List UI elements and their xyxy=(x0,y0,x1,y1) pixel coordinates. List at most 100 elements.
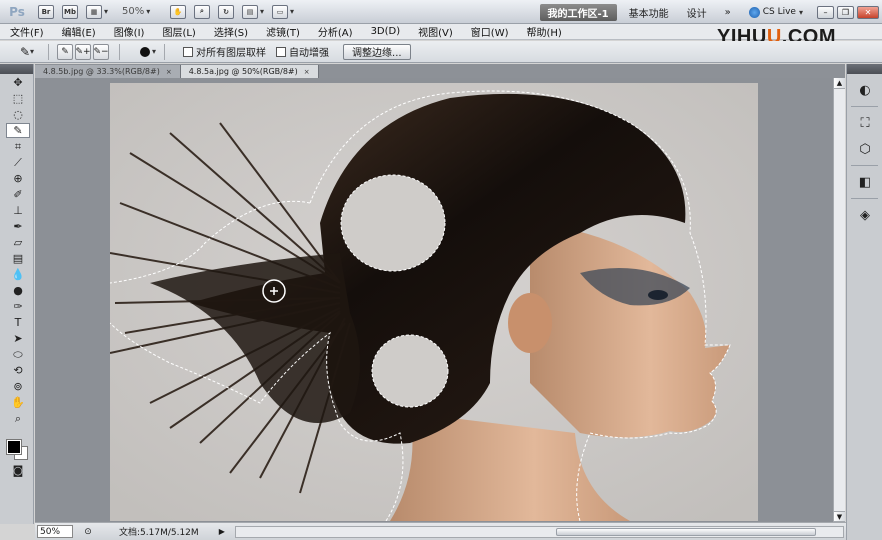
new-selection-button[interactable]: ✎ xyxy=(57,43,73,60)
type-tool[interactable]: T xyxy=(6,315,30,330)
vertical-scrollbar[interactable]: ▲ ▼ xyxy=(833,78,845,522)
menu-layer[interactable]: 图层(L) xyxy=(153,24,204,39)
horizontal-scrollbar[interactable] xyxy=(234,525,844,538)
3d-orbit-tool[interactable]: ⊚ xyxy=(6,379,30,394)
clone-stamp-tool[interactable]: ⊥ xyxy=(6,203,30,218)
tool-preset-picker[interactable]: ✎ ▾ xyxy=(14,44,40,60)
document-size-info: 文档:5.17M/5.12M xyxy=(119,528,199,538)
menu-image[interactable]: 图像(I) xyxy=(105,24,154,39)
zoom-tool[interactable]: ⌕ xyxy=(6,411,30,426)
3d-icon: ⬡ xyxy=(859,141,871,157)
chevron-down-icon: ▾ xyxy=(30,47,35,56)
rotate-view-button[interactable]: ↻ xyxy=(218,4,235,20)
scroll-up-icon[interactable]: ▲ xyxy=(834,78,845,89)
gradient-tool[interactable]: ▤ xyxy=(6,251,30,266)
tools-panel-header[interactable] xyxy=(0,64,33,74)
menu-select[interactable]: 选择(S) xyxy=(205,24,257,39)
menu-edit[interactable]: 编辑(E) xyxy=(53,24,105,39)
menu-analysis[interactable]: 分析(A) xyxy=(309,24,362,39)
menu-window[interactable]: 窗口(W) xyxy=(462,24,518,39)
hand-tool-button[interactable]: ✋ xyxy=(170,4,187,20)
screen-mode-button[interactable]: ▭ ▾ xyxy=(272,4,294,20)
3d-panel-button[interactable]: ⬡ xyxy=(854,139,876,159)
hand-tool[interactable]: ✋ xyxy=(6,395,30,410)
cs-live-button[interactable]: CS Live ▾ xyxy=(748,6,803,18)
dodge-icon: ● xyxy=(13,284,23,297)
quick-mask-icon: ◙ xyxy=(12,464,24,477)
3d-rotate-icon: ⟲ xyxy=(13,364,23,377)
tab-document-a[interactable]: 4.8.5a.jpg @ 50%(RGB/8#) × xyxy=(180,65,319,78)
workspace-switcher: 我的工作区-1 基本功能 设计 » CS Live ▾ – ❐ ✕ xyxy=(539,0,882,24)
lasso-tool[interactable]: ◌ xyxy=(6,107,30,122)
menu-view[interactable]: 视图(V) xyxy=(409,24,462,39)
pen-tool[interactable]: ✑ xyxy=(6,299,30,314)
marquee-tool[interactable]: ⬚ xyxy=(6,91,30,106)
3d-rotate-tool[interactable]: ⟲ xyxy=(6,363,30,378)
status-menu-arrow-icon[interactable]: ▶ xyxy=(219,527,225,536)
history-brush-tool[interactable]: ✒ xyxy=(6,219,30,234)
view-extras-button[interactable]: ▦ ▾ xyxy=(86,4,108,20)
zoom-level-select[interactable]: 50% ▾ xyxy=(122,4,162,20)
workspace-essentials[interactable]: 基本功能 xyxy=(629,5,669,20)
lasso-icon: ◌ xyxy=(13,108,23,121)
scroll-down-icon[interactable]: ▼ xyxy=(834,511,845,522)
image-canvas[interactable] xyxy=(110,83,758,521)
application-bar: Ps Br Mb ▦ ▾ 50% ▾ ✋ ⌕ ↻ ▤ ▾ ▭ ▾ 我的工作区-1 基本功… xyxy=(0,0,882,24)
close-button[interactable]: ✕ xyxy=(857,5,879,19)
healing-tool[interactable]: ⊕ xyxy=(6,171,30,186)
status-icon[interactable]: ⊙ xyxy=(81,526,95,538)
arrange-documents-button[interactable]: ▤ ▾ xyxy=(242,4,264,20)
photoshop-logo: Ps xyxy=(9,4,25,19)
menu-3d[interactable]: 3D(D) xyxy=(362,26,410,37)
minimize-button[interactable]: – xyxy=(817,5,834,19)
screen-mode-icon: ▭ xyxy=(272,4,289,19)
scroll-thumb[interactable] xyxy=(555,527,816,536)
panel-dock-header[interactable] xyxy=(847,64,882,74)
workspace-design[interactable]: 设计 xyxy=(687,5,707,20)
mini-bridge-button[interactable]: Mb xyxy=(62,4,78,20)
brush-icon: ✐ xyxy=(13,188,23,201)
quick-selection-tool[interactable]: ✎ xyxy=(6,123,30,138)
brush-picker[interactable]: ▾ xyxy=(136,44,156,60)
subtract-from-selection-button[interactable]: ✎− xyxy=(93,43,109,60)
quick-mask-button[interactable]: ◙ xyxy=(6,463,30,478)
transform-panel-button[interactable]: ⛶ xyxy=(854,113,876,133)
divider xyxy=(851,165,878,166)
path-selection-tool[interactable]: ➤ xyxy=(6,331,30,346)
brush-tool[interactable]: ✐ xyxy=(6,187,30,202)
eraser-tool[interactable]: ▱ xyxy=(6,235,30,250)
zoom-level-value: 50% xyxy=(122,6,145,17)
checkbox-box xyxy=(276,46,287,57)
close-tab-icon[interactable]: × xyxy=(304,68,310,76)
shape-icon: ⬭ xyxy=(13,347,23,361)
dodge-tool[interactable]: ● xyxy=(6,283,30,298)
refine-edge-button[interactable]: 调整边缘... xyxy=(343,43,411,60)
tab-document-b[interactable]: 4.8.5b.jpg @ 33.3%(RGB/8#) × xyxy=(35,65,181,78)
history-brush-icon: ✒ xyxy=(13,220,23,233)
adjustments-panel-button[interactable]: ◧ xyxy=(854,172,876,192)
navigator-panel-button[interactable]: ◐ xyxy=(854,80,876,100)
close-tab-icon[interactable]: × xyxy=(166,68,172,76)
restore-button[interactable]: ❐ xyxy=(837,5,854,19)
add-to-selection-button[interactable]: ✎+ xyxy=(75,43,91,60)
foreground-color-swatch[interactable] xyxy=(6,439,22,455)
more-workspaces-button[interactable]: » xyxy=(725,7,731,18)
menu-filter[interactable]: 滤镜(T) xyxy=(257,24,309,39)
eyedropper-tool[interactable]: ⟋ xyxy=(6,155,30,170)
type-icon: T xyxy=(14,316,22,329)
workspace-mine[interactable]: 我的工作区-1 xyxy=(539,3,617,21)
crop-tool[interactable]: ⌗ xyxy=(6,139,30,154)
shape-tool[interactable]: ⬭ xyxy=(6,347,30,362)
zoom-field[interactable]: 50% xyxy=(37,525,73,538)
move-tool[interactable]: ✥ xyxy=(6,75,30,90)
menu-help[interactable]: 帮助(H) xyxy=(518,24,571,39)
zoom-tool-button[interactable]: ⌕ xyxy=(194,4,211,20)
divider xyxy=(851,198,878,199)
blur-tool[interactable]: 💧 xyxy=(6,267,30,282)
menu-file[interactable]: 文件(F) xyxy=(0,24,53,39)
bridge-button[interactable]: Br xyxy=(38,4,54,20)
layers-panel-button[interactable]: ◈ xyxy=(854,205,876,225)
auto-enhance-checkbox[interactable]: 自动增强 xyxy=(276,44,329,59)
sample-all-layers-checkbox[interactable]: 对所有图层取样 xyxy=(183,44,266,59)
zoom-icon: ⌕ xyxy=(14,411,22,425)
